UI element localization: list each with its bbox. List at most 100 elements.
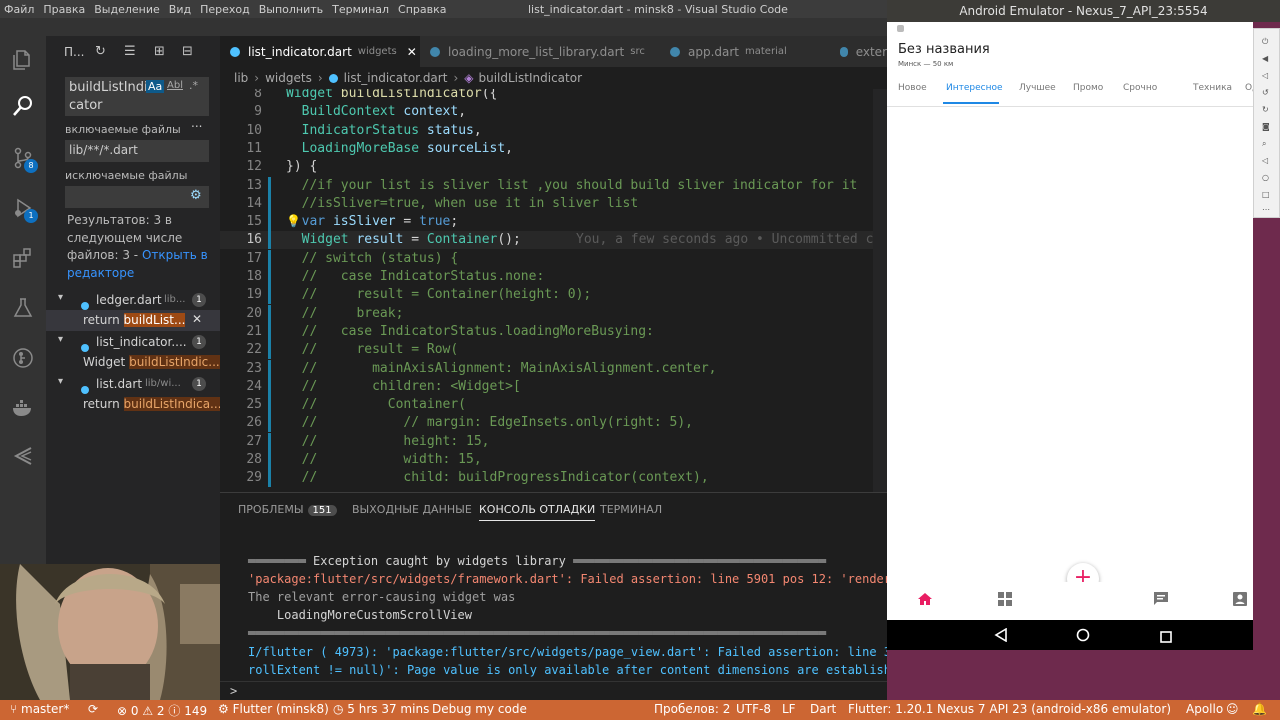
grid-icon[interactable] bbox=[997, 591, 1013, 611]
regex-toggle[interactable]: .* bbox=[189, 79, 198, 92]
new-search-editor-icon[interactable]: ⊞ bbox=[154, 44, 165, 59]
branch-indicator[interactable]: ⑂ master* bbox=[10, 702, 69, 716]
editor-scrollbar[interactable] bbox=[873, 89, 887, 492]
app-tab[interactable]: Лучшее bbox=[1019, 83, 1056, 93]
recents-icon[interactable] bbox=[1160, 628, 1172, 647]
result-match-row[interactable]: Widget buildListIndic... bbox=[46, 352, 220, 373]
tab-list-indicator[interactable]: list_indicator.dart widgets ✕ bbox=[220, 36, 420, 67]
menu-help[interactable]: Справка bbox=[398, 3, 446, 16]
docker-icon[interactable] bbox=[11, 396, 35, 420]
menu-terminal[interactable]: Терминал bbox=[332, 3, 389, 16]
more-options-icon[interactable]: ... bbox=[191, 116, 202, 130]
gitlens-icon[interactable] bbox=[11, 444, 35, 468]
line-ending[interactable]: LF bbox=[782, 702, 796, 716]
search-input[interactable]: buildListIndi cator Aa Abl .* bbox=[65, 77, 209, 116]
back-icon[interactable] bbox=[994, 627, 1008, 646]
profile-icon[interactable] bbox=[1232, 591, 1248, 611]
camera-icon[interactable]: ◙ bbox=[1262, 122, 1271, 131]
run-debug-icon[interactable]: 1 bbox=[11, 196, 38, 223]
breadcrumb-item[interactable]: buildListIndicator bbox=[478, 71, 582, 85]
volume-up-icon[interactable]: ◀ bbox=[1262, 54, 1271, 63]
more-icon[interactable]: ⋯ bbox=[1262, 205, 1271, 214]
menu-edit[interactable]: Правка bbox=[43, 3, 85, 16]
tab-output[interactable]: ВЫХОДНЫЕ ДАННЫЕ bbox=[352, 503, 472, 516]
source-control-icon[interactable]: 8 bbox=[11, 146, 38, 173]
volume-down-icon[interactable]: ◁ bbox=[1262, 71, 1271, 80]
tab-debug-console[interactable]: КОНСОЛЬ ОТЛАДКИ bbox=[479, 503, 596, 521]
match-line-text: return buildListIndica... bbox=[83, 397, 222, 411]
line-number: 13 bbox=[246, 177, 262, 193]
flutter-version[interactable]: Flutter: 1.20.1 bbox=[848, 702, 933, 716]
indentation[interactable]: Пробелов: 2 bbox=[654, 702, 730, 716]
open-in-editor-link[interactable]: Открыть в bbox=[142, 248, 208, 262]
bottom-navigation bbox=[887, 582, 1253, 620]
refresh-icon[interactable]: ↻ bbox=[95, 44, 106, 59]
result-match-row[interactable]: return buildListIndica... bbox=[46, 394, 222, 415]
home-icon[interactable] bbox=[917, 591, 933, 611]
overview-icon[interactable]: □ bbox=[1262, 190, 1271, 199]
app-tab[interactable]: Техника bbox=[1193, 83, 1232, 93]
console-input[interactable]: > bbox=[220, 681, 887, 701]
app-tab[interactable]: Срочно bbox=[1123, 83, 1157, 93]
menu-selection[interactable]: Выделение bbox=[94, 3, 160, 16]
use-exclude-settings-icon[interactable]: ⚙ bbox=[190, 188, 202, 203]
menu-file[interactable]: Файл bbox=[4, 3, 34, 16]
encoding[interactable]: UTF-8 bbox=[736, 702, 771, 716]
app-tab[interactable]: Новое bbox=[898, 83, 927, 93]
app-subtitle[interactable]: Минск — 50 км bbox=[898, 60, 953, 68]
zoom-icon[interactable]: ⌕ bbox=[1262, 139, 1271, 148]
app-tab[interactable]: Интересное bbox=[946, 83, 1003, 93]
exclude-files-input[interactable] bbox=[65, 186, 209, 208]
result-file-row[interactable]: ▾ ledger.dart lib... 1 bbox=[46, 290, 220, 310]
power-icon[interactable]: ⏻ bbox=[1262, 37, 1271, 46]
tab-terminal[interactable]: ТЕРМИНАЛ bbox=[600, 503, 662, 516]
explorer-icon[interactable] bbox=[11, 48, 35, 72]
notifications-icon[interactable]: 🔔 bbox=[1252, 702, 1267, 716]
result-file-row[interactable]: ▾ list.dart lib/wi... 1 bbox=[46, 374, 220, 394]
dismiss-match-icon[interactable]: ✕ bbox=[192, 312, 202, 326]
tab-exter[interactable]: exter bbox=[830, 36, 887, 67]
git-graph-icon[interactable] bbox=[11, 346, 35, 370]
menu-view[interactable]: Вид bbox=[169, 3, 191, 16]
emulator-screen[interactable]: Без названия Минск — 50 км Новое Интересн… bbox=[887, 22, 1253, 620]
problems-indicator[interactable]: ⊗ 0 ⚠ 2 ⓘ 149 bbox=[117, 702, 207, 719]
open-in-editor-link-2[interactable]: редакторе bbox=[67, 266, 134, 280]
whole-word-toggle[interactable]: Abl bbox=[167, 80, 183, 91]
flask-icon[interactable] bbox=[11, 296, 35, 320]
flutter-indicator[interactable]: ⚙ Flutter (minsk8) bbox=[218, 702, 329, 716]
menu-go[interactable]: Переход bbox=[200, 3, 250, 16]
result-file-row[interactable]: ▾ list_indicator.... 1 bbox=[46, 332, 220, 352]
match-case-toggle[interactable]: Aa bbox=[146, 80, 165, 93]
sync-icon[interactable]: ⟳ bbox=[88, 702, 98, 716]
include-files-input[interactable]: lib/**/*.dart bbox=[65, 140, 209, 162]
rotate-left-icon[interactable]: ↺ bbox=[1262, 88, 1271, 97]
menu-run[interactable]: Выполнить bbox=[259, 3, 323, 16]
search-icon[interactable] bbox=[11, 94, 35, 118]
breadcrumb-item[interactable]: lib bbox=[234, 71, 248, 85]
chat-icon[interactable] bbox=[1153, 591, 1169, 611]
back-button-icon[interactable]: ◁ bbox=[1262, 156, 1271, 165]
rotate-right-icon[interactable]: ↻ bbox=[1262, 105, 1271, 114]
debug-mode[interactable]: Debug my code bbox=[432, 702, 527, 716]
lightbulb-icon[interactable]: 💡 bbox=[286, 214, 301, 228]
collapse-all-icon[interactable]: ⊟ bbox=[182, 44, 193, 59]
language-mode[interactable]: Dart bbox=[810, 702, 836, 716]
tab-app[interactable]: app.dart material bbox=[660, 36, 830, 67]
breadcrumb-item[interactable]: widgets bbox=[265, 71, 312, 85]
tab-loading-more-list-library[interactable]: loading_more_list_library.dart src bbox=[420, 36, 660, 67]
breadcrumb-item[interactable]: list_indicator.dart bbox=[344, 71, 448, 85]
device-selector[interactable]: Nexus 7 API 23 (android-x86 emulator) bbox=[937, 702, 1171, 716]
result-match-row[interactable]: return buildList... ✕ bbox=[46, 310, 220, 331]
home-button-icon[interactable]: ○ bbox=[1262, 173, 1271, 182]
home-circle-icon[interactable] bbox=[1076, 627, 1090, 646]
app-tab[interactable]: Промо bbox=[1073, 83, 1103, 93]
feedback-icon[interactable]: ☺ bbox=[1226, 702, 1239, 716]
close-tab-icon[interactable]: ✕ bbox=[407, 45, 417, 59]
extensions-icon[interactable] bbox=[11, 246, 35, 270]
code-editor[interactable]: 8 Widget buildListIndicator({9 BuildConte… bbox=[220, 89, 887, 492]
time-tracker[interactable]: ◷ 5 hrs 37 mins bbox=[333, 702, 429, 716]
tab-problems[interactable]: ПРОБЛЕМЫ 151 bbox=[238, 503, 337, 516]
user-account[interactable]: Apollo bbox=[1186, 702, 1223, 716]
clear-results-icon[interactable]: ☰ bbox=[124, 44, 136, 59]
app-tab[interactable]: Одеж bbox=[1245, 83, 1253, 93]
